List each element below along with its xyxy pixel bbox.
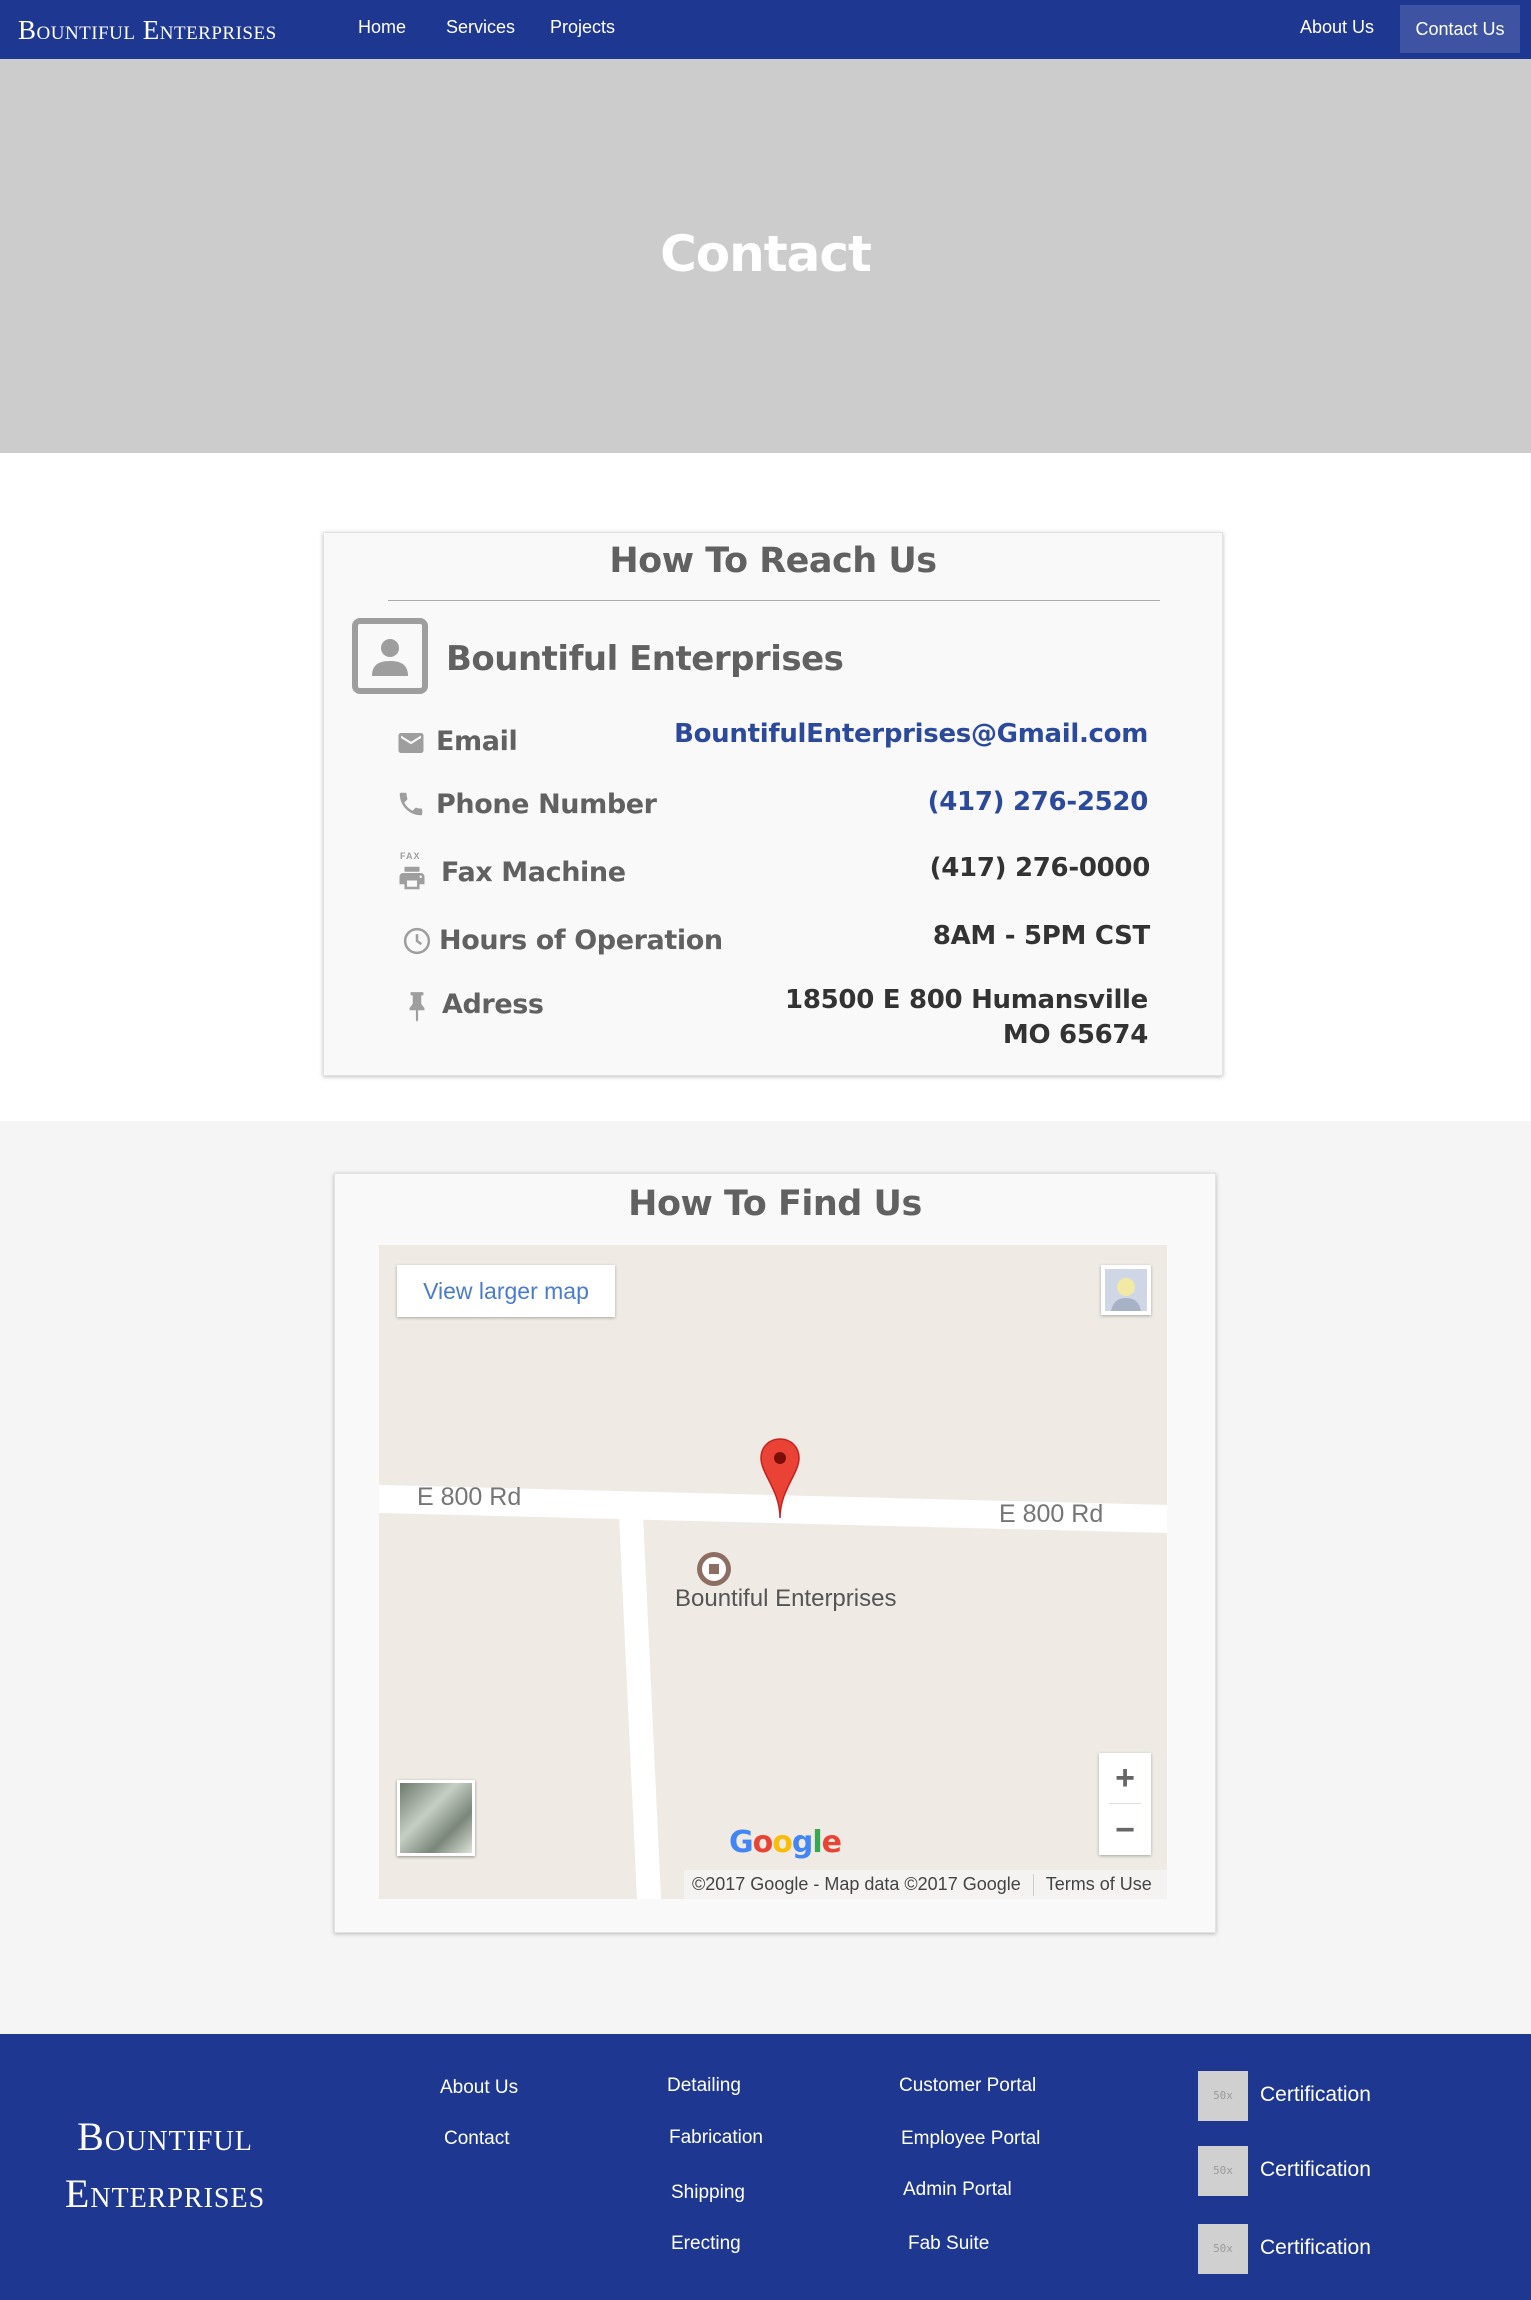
google-letter: o [772,1825,793,1860]
address-line-1: 18500 E 800 Humansville [785,985,1148,1015]
google-letter: o [752,1825,774,1860]
view-larger-map-button[interactable]: View larger map [397,1265,615,1317]
find-us-card: How To Find Us View larger map E 800 Rd … [334,1173,1216,1933]
zoom-in-button[interactable]: + [1099,1753,1151,1803]
reach-us-heading: How To Reach Us [609,541,937,581]
road-label-left: E 800 Rd [417,1483,522,1511]
certification-label[interactable]: Certification [1260,2236,1371,2260]
address-value: 18500 E 800 Humansville MO 65674 [785,983,1148,1053]
email-link[interactable]: BountifulEnterprises@Gmail.com [674,719,1148,749]
nav-projects[interactable]: Projects [550,17,615,38]
nav-contact-us[interactable]: Contact Us [1400,5,1520,53]
footer-contact[interactable]: Contact [444,2128,509,2150]
google-letter: e [821,1825,842,1860]
map-attribution: ©2017 Google - Map data ©2017 Google Term… [684,1870,1167,1899]
page-title: Contact [660,225,872,283]
certification-label[interactable]: Certification [1260,2158,1371,2182]
phone-icon [396,789,426,819]
footer-brand[interactable]: Bountiful Enterprises [20,2108,310,2222]
footer-fabrication[interactable]: Fabrication [669,2127,763,2149]
terms-link[interactable]: Terms of Use [1046,1874,1152,1894]
pushpin-icon [404,990,434,1022]
fax-icon: FAX [396,851,426,891]
address-label: Adress [442,989,544,1020]
hours-label: Hours of Operation [439,925,723,956]
google-logo: Google [729,1825,842,1860]
location-pin-icon[interactable] [759,1437,801,1519]
certification-thumbnail: 50x [1198,2071,1248,2121]
footer-about-us[interactable]: About Us [440,2077,518,2099]
nav-services[interactable]: Services [446,17,515,38]
certification-label[interactable]: Certification [1260,2083,1371,2107]
google-letter: l [812,1825,822,1860]
footer-erecting[interactable]: Erecting [671,2233,741,2255]
google-letter: g [791,1825,814,1860]
address-line-2: MO 65674 [1002,1020,1148,1050]
user-avatar-icon[interactable] [1101,1265,1151,1315]
footer-employee-portal[interactable]: Employee Portal [901,2128,1040,2150]
phone-link[interactable]: (417) 276-2520 [928,787,1149,817]
google-letter: G [729,1825,754,1860]
zoom-control: + − [1099,1753,1151,1855]
clock-icon [402,926,432,956]
certification-thumbnail: 50x [1198,2146,1248,2196]
map-roads [379,1485,1167,1899]
top-navbar: Bountiful Enterprises Home Services Proj… [0,0,1531,59]
zoom-separator [1109,1803,1141,1804]
find-us-heading: How To Find Us [628,1184,922,1224]
envelope-icon [396,728,426,758]
footer-admin-portal[interactable]: Admin Portal [903,2179,1012,2201]
hero-banner: Contact [0,59,1531,453]
nav-about-us[interactable]: About Us [1300,17,1374,38]
zoom-out-button[interactable]: − [1099,1805,1151,1855]
brand-logo[interactable]: Bountiful Enterprises [18,15,277,46]
company-name: Bountiful Enterprises [446,639,844,679]
footer-brand-line-2: Enterprises [64,2171,266,2216]
heading-divider [388,600,1160,601]
embedded-map[interactable]: View larger map E 800 Rd E 800 Rd Bounti… [379,1245,1167,1899]
attribution-separator [1032,1874,1034,1897]
footer-detailing[interactable]: Detailing [667,2075,741,2097]
place-label: Bountiful Enterprises [675,1585,897,1612]
footer-shipping[interactable]: Shipping [671,2182,745,2204]
site-footer: Bountiful Enterprises About Us Contact D… [0,2034,1531,2300]
map-copyright: ©2017 Google - Map data ©2017 Google [692,1874,1021,1894]
hours-value: 8AM - 5PM CST [932,921,1150,951]
fax-icon-text: FAX [400,851,421,861]
fax-value: (417) 276-0000 [929,853,1151,883]
reach-us-card: How To Reach Us Bountiful Enterprises Em… [323,532,1223,1076]
nav-home[interactable]: Home [358,17,406,38]
phone-label: Phone Number [436,789,657,820]
certification-thumbnail: 50x [1198,2224,1248,2274]
place-marker-icon[interactable] [696,1551,732,1587]
fax-label: Fax Machine [441,857,626,888]
satellite-toggle[interactable] [397,1780,475,1856]
contact-card-icon [352,618,428,694]
email-label: Email [436,726,518,757]
footer-brand-line-1: Bountiful [77,2114,253,2159]
footer-customer-portal[interactable]: Customer Portal [899,2075,1036,2097]
road-label-right: E 800 Rd [999,1500,1104,1528]
footer-fab-suite[interactable]: Fab Suite [908,2233,989,2255]
